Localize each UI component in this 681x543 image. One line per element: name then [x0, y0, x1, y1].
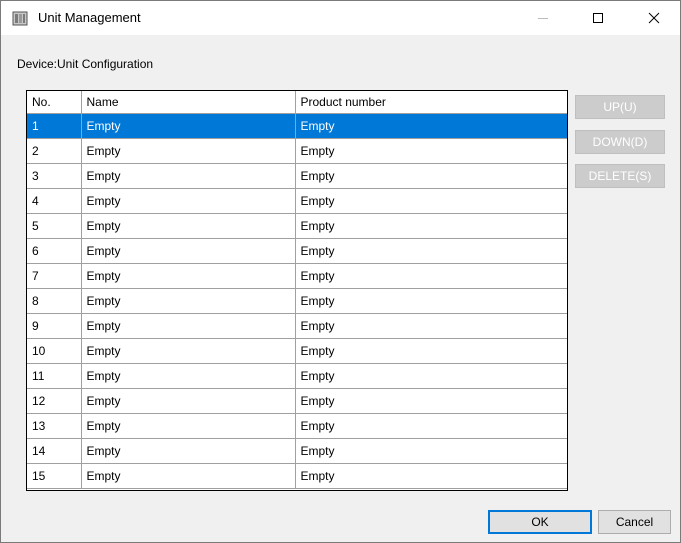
minimize-button[interactable]: [520, 1, 566, 35]
table-row[interactable]: 14 Empty Empty: [27, 438, 567, 464]
table-row[interactable]: 8 Empty Empty: [27, 288, 567, 314]
unit-management-dialog: Unit Management Device:Unit Configuratio…: [0, 0, 681, 543]
close-button[interactable]: [631, 1, 677, 35]
cell-name: Empty: [81, 463, 296, 489]
cell-no: 4: [27, 188, 82, 214]
app-icon: [12, 10, 28, 26]
close-icon: [648, 12, 660, 24]
cell-no: 10: [27, 338, 82, 364]
unit-table[interactable]: No. Name Product number 1 Empty Empty 2 Empt…: [26, 90, 568, 491]
maximize-icon: [593, 13, 603, 23]
device-label: Device:Unit Configuration: [17, 57, 154, 71]
cell-no: 11: [27, 363, 82, 389]
table-header-row: No. Name Product number: [27, 91, 567, 114]
ok-button[interactable]: OK: [488, 510, 592, 534]
cell-product-number: Empty: [295, 463, 567, 489]
down-button[interactable]: DOWN(D): [575, 130, 665, 154]
minimize-icon: [538, 18, 548, 19]
cell-no: 6: [27, 238, 82, 264]
cell-name: Empty: [81, 138, 296, 164]
cell-product-number: Empty: [295, 338, 567, 364]
cell-no: 2: [27, 138, 82, 164]
cell-name: Empty: [81, 288, 296, 314]
table-row[interactable]: 1 Empty Empty: [27, 113, 567, 139]
title-bar: Unit Management: [1, 1, 680, 35]
cancel-button[interactable]: Cancel: [598, 510, 671, 534]
cell-name: Empty: [81, 388, 296, 414]
column-header-name[interactable]: Name: [81, 91, 296, 114]
table-row[interactable]: 9 Empty Empty: [27, 313, 567, 339]
cell-product-number: Empty: [295, 213, 567, 239]
cell-no: 15: [27, 463, 82, 489]
cell-no: 14: [27, 438, 82, 464]
cell-product-number: Empty: [295, 263, 567, 289]
cell-name: Empty: [81, 413, 296, 439]
cell-name: Empty: [81, 163, 296, 189]
cell-name: Empty: [81, 263, 296, 289]
cell-name: Empty: [81, 188, 296, 214]
cell-no: 9: [27, 313, 82, 339]
table-row[interactable]: 5 Empty Empty: [27, 213, 567, 239]
cell-product-number: Empty: [295, 113, 567, 139]
column-header-product-number[interactable]: Product number: [295, 91, 567, 114]
table-row[interactable]: 11 Empty Empty: [27, 363, 567, 389]
table-row[interactable]: 3 Empty Empty: [27, 163, 567, 189]
table-row[interactable]: 10 Empty Empty: [27, 338, 567, 364]
cell-no: 5: [27, 213, 82, 239]
cell-product-number: Empty: [295, 238, 567, 264]
delete-button[interactable]: DELETE(S): [575, 164, 665, 188]
cell-name: Empty: [81, 338, 296, 364]
cell-no: 13: [27, 413, 82, 439]
cell-product-number: Empty: [295, 138, 567, 164]
cell-product-number: Empty: [295, 288, 567, 314]
cell-no: 8: [27, 288, 82, 314]
table-row[interactable]: 15 Empty Empty: [27, 463, 567, 489]
table-row[interactable]: 12 Empty Empty: [27, 388, 567, 414]
cell-name: Empty: [81, 113, 296, 139]
column-header-no[interactable]: No.: [27, 91, 82, 114]
table-row[interactable]: 13 Empty Empty: [27, 413, 567, 439]
cell-product-number: Empty: [295, 438, 567, 464]
cell-name: Empty: [81, 438, 296, 464]
cell-no: 7: [27, 263, 82, 289]
cell-name: Empty: [81, 313, 296, 339]
cell-name: Empty: [81, 213, 296, 239]
cell-name: Empty: [81, 363, 296, 389]
cell-no: 3: [27, 163, 82, 189]
table-row[interactable]: 2 Empty Empty: [27, 138, 567, 164]
table-row[interactable]: 7 Empty Empty: [27, 263, 567, 289]
cell-product-number: Empty: [295, 363, 567, 389]
cell-product-number: Empty: [295, 163, 567, 189]
cell-name: Empty: [81, 238, 296, 264]
cell-product-number: Empty: [295, 388, 567, 414]
table-row[interactable]: 6 Empty Empty: [27, 238, 567, 264]
window-title: Unit Management: [38, 10, 141, 25]
cell-no: 1: [27, 113, 82, 139]
cell-product-number: Empty: [295, 413, 567, 439]
table-row[interactable]: 4 Empty Empty: [27, 188, 567, 214]
cell-product-number: Empty: [295, 313, 567, 339]
maximize-button[interactable]: [575, 1, 621, 35]
cell-product-number: Empty: [295, 188, 567, 214]
cell-no: 12: [27, 388, 82, 414]
up-button[interactable]: UP(U): [575, 95, 665, 119]
